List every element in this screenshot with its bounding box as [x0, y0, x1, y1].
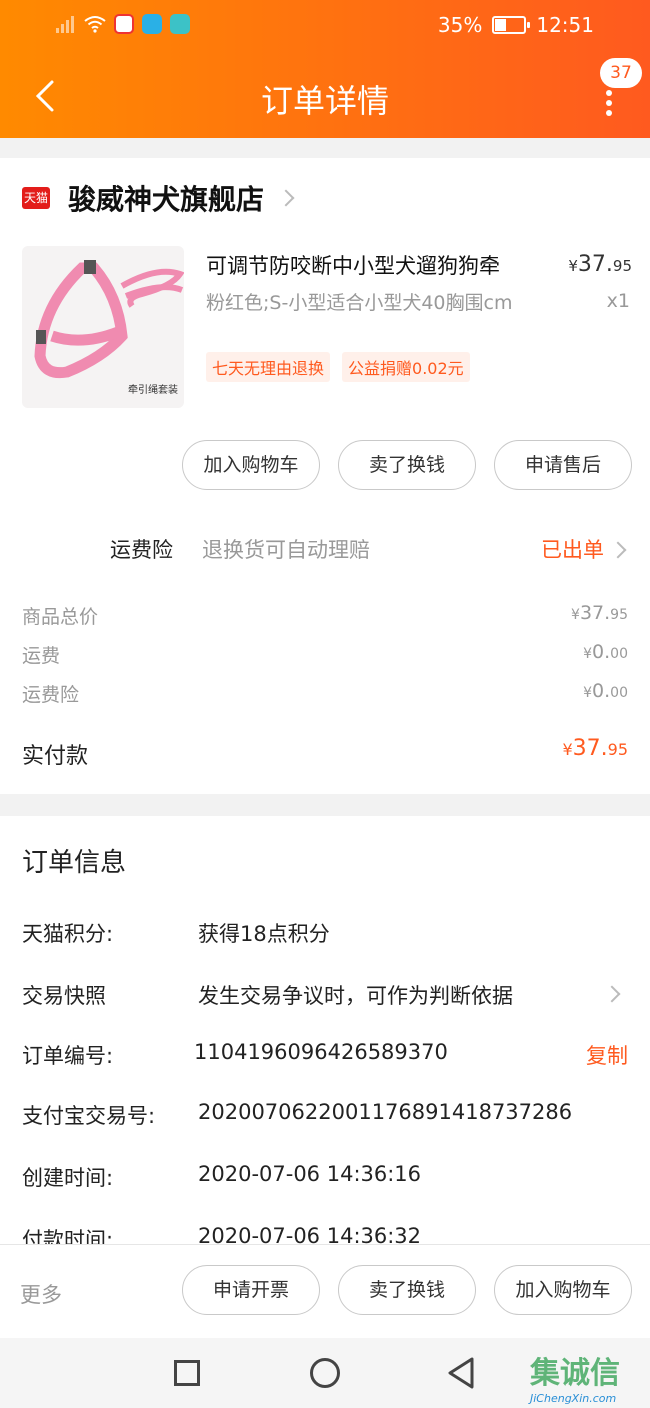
battery-percent: 35% — [437, 13, 483, 37]
tmall-logo-icon: 天猫 — [22, 187, 50, 209]
more-actions-link[interactable]: 更多 — [20, 1279, 62, 1309]
info-label-alipay-no: 支付宝交易号: — [22, 1104, 156, 1128]
shop-row[interactable]: 天猫 骏威神犬旗舰店 — [22, 180, 295, 216]
home-icon[interactable] — [310, 1358, 340, 1388]
chevron-right-icon[interactable] — [603, 985, 621, 1003]
fee-label-shipping: 运费 — [22, 645, 61, 667]
charity-tag: 公益捐赠0.02元 — [342, 352, 470, 382]
product-quantity: x1 — [606, 290, 630, 312]
product-sku: 粉红色;S-小型适合小型犬40胸围cm — [206, 292, 513, 314]
bulb-app-icon — [142, 14, 162, 34]
return-tag: 七天无理由退换 — [206, 352, 331, 382]
product-image[interactable]: 牵引绳套装 — [22, 246, 184, 408]
info-label-paid-time: 付款时间: — [22, 1228, 114, 1244]
order-info-title: 订单信息 — [22, 848, 127, 878]
video-app-icon — [114, 14, 134, 34]
watermark-logo: 集诚信 JiChengXin.com — [530, 1356, 620, 1405]
clock: 12:51 — [536, 13, 594, 37]
header-bar: 35% 12:51 订单详情 37 — [0, 0, 650, 138]
page-title: 订单详情 — [260, 82, 389, 120]
product-price: ¥37.95 — [568, 252, 632, 277]
paid-amount: ¥37.95 — [562, 736, 628, 761]
insurance-status: 已出单 — [541, 538, 604, 562]
info-value-created: 2020-07-06 14:36:16 — [198, 1162, 422, 1186]
status-bar: 35% 12:51 — [0, 0, 650, 52]
fee-label-subtotal: 商品总价 — [22, 606, 99, 628]
info-label-order-no: 订单编号: — [22, 1044, 114, 1068]
shop-name: 骏威神犬旗舰店 — [68, 183, 265, 216]
sell-for-cash-bottom-button[interactable]: 卖了换钱 — [338, 1265, 476, 1315]
add-to-cart-bottom-button[interactable]: 加入购物车 — [494, 1265, 632, 1315]
status-icons — [56, 14, 190, 34]
fee-value-insurance: ¥0.00 — [583, 680, 628, 702]
more-menu-icon[interactable] — [606, 90, 614, 120]
info-label-snapshot[interactable]: 交易快照 — [22, 980, 106, 1010]
order-item-card: 天猫 骏威神犬旗舰店 牵引绳套装 可调节防咬断中小型犬遛狗狗牵 粉红色;S-小型… — [0, 158, 650, 794]
insurance-desc: 退换货可自动理赔 — [202, 538, 370, 562]
add-to-cart-button[interactable]: 加入购物车 — [182, 440, 320, 490]
paid-label: 实付款 — [22, 744, 89, 769]
sell-for-cash-button[interactable]: 卖了换钱 — [338, 440, 476, 490]
chevron-right-icon — [277, 189, 295, 207]
image-caption: 牵引绳套装 — [128, 385, 178, 396]
after-sale-button[interactable]: 申请售后 — [494, 440, 632, 490]
back-triangle-icon[interactable] — [446, 1356, 476, 1390]
product-tags: 七天无理由退换 公益捐赠0.02元 — [206, 352, 470, 382]
shipping-insurance-row[interactable]: 运费险 退换货可自动理赔 已出单 — [0, 528, 650, 568]
order-info-card: 订单信息 天猫积分: 获得18点积分 交易快照 发生交易争议时，可作为判断依据 … — [0, 816, 650, 1244]
fee-value-subtotal: ¥37.95 — [571, 602, 628, 624]
info-label-created: 创建时间: — [22, 1166, 114, 1190]
fee-value-shipping: ¥0.00 — [583, 641, 628, 663]
recent-apps-icon[interactable] — [174, 1360, 200, 1386]
status-right: 35% 12:51 — [438, 13, 594, 37]
info-value-points: 获得18点积分 — [198, 922, 330, 946]
wifi-icon — [84, 16, 106, 33]
bottom-action-bar: 更多 申请开票 卖了换钱 加入购物车 — [0, 1244, 650, 1338]
info-value-snapshot[interactable]: 发生交易争议时，可作为判断依据 — [198, 980, 513, 1010]
product-title[interactable]: 可调节防咬断中小型犬遛狗狗牵 — [206, 250, 546, 280]
system-nav-bar: 集诚信 JiChengXin.com — [0, 1338, 650, 1408]
info-value-paid-time: 2020-07-06 14:36:32 — [198, 1224, 422, 1244]
copy-button[interactable]: 复制 — [586, 1040, 628, 1070]
nav-bar: 订单详情 37 — [0, 52, 650, 138]
insurance-label: 运费险 — [110, 538, 173, 562]
invoice-button[interactable]: 申请开票 — [182, 1265, 320, 1315]
fee-label-insurance: 运费险 — [22, 684, 80, 706]
message-badge[interactable]: 37 — [600, 58, 642, 88]
info-value-order-no: 1104196096426589370 — [194, 1040, 448, 1064]
signal-icon — [56, 15, 76, 33]
book-app-icon — [170, 14, 190, 34]
chevron-right-icon — [609, 541, 627, 559]
info-value-alipay-no: 2020070622001176891418737286 — [198, 1100, 573, 1124]
battery-icon — [492, 16, 531, 34]
info-label-points: 天猫积分: — [22, 922, 114, 946]
